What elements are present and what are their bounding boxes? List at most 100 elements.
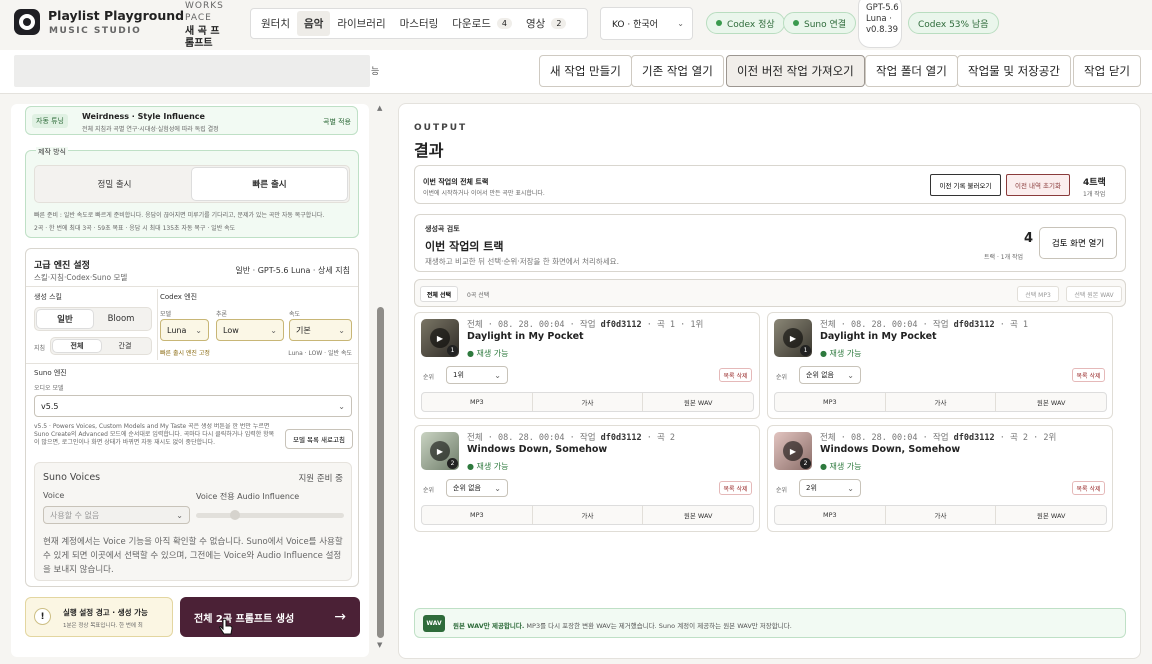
toolbar-clipped-text: 능: [371, 67, 380, 77]
tab-download[interactable]: 다운로드 4: [445, 11, 519, 36]
download-lyrics-button[interactable]: 가사: [533, 393, 644, 411]
track-card-3[interactable]: ▶ 2 전체 · 08. 28. 00:04 · 작업 df0d3112 · 곡 …: [414, 425, 760, 532]
all-tracks-bar: 이번 작업의 전체 트랙 이번에 시작하거나 이어서 만든 곡만 표시합니다. …: [414, 165, 1126, 204]
production-note: 빠른 준비 : 일반 속도로 빠르게 준비합니다. 응답이 끊어지면 미루기를 …: [34, 212, 325, 219]
play-icon[interactable]: ▶: [783, 441, 803, 461]
scroll-down-icon[interactable]: ▼: [377, 641, 382, 649]
download-selected-wav-button[interactable]: 선택 원본 WAV: [1066, 286, 1122, 302]
track-card-2[interactable]: ▶ 1 전체 · 08. 28. 00:04 · 작업 df0d3112 · 곡 …: [767, 312, 1113, 419]
tab-mastering[interactable]: 마스터링: [393, 11, 446, 36]
rank-select[interactable]: 2위 ⌄: [799, 479, 861, 497]
remove-from-list-button[interactable]: 목록 삭제: [1072, 368, 1105, 382]
skill-bloom-option[interactable]: Bloom: [93, 310, 149, 328]
workspace-name: 새 곡 프롬프트: [185, 26, 220, 49]
play-icon[interactable]: ▶: [430, 441, 450, 461]
all-tracks-desc: 이번에 시작하거나 이어서 만든 곡만 표시합니다.: [423, 190, 545, 197]
track-thumbnail[interactable]: ▶ 1: [421, 319, 459, 357]
remove-from-list-button[interactable]: 목록 삭제: [1072, 481, 1105, 495]
video-count-badge: 2: [551, 18, 567, 29]
tab-onetouch[interactable]: 원터치: [254, 11, 297, 36]
auto-tuning-desc: 전체 지침과 곡별 연구·시대성·실험성에 따라 독립 결정: [82, 126, 219, 133]
download-wav-button[interactable]: 원본 WAV: [643, 506, 753, 524]
scroll-up-icon[interactable]: ▲: [377, 104, 382, 112]
auto-tuning-title: Weirdness · Style Influence: [82, 112, 205, 121]
track-card-4[interactable]: ▶ 2 전체 · 08. 28. 00:04 · 작업 df0d3112 · 곡 …: [767, 425, 1113, 532]
language-select[interactable]: KO · 한국어 ⌄: [600, 7, 693, 40]
workspace-info: WORKSPACE 새 곡 프롬프트: [185, 0, 241, 50]
storage-button[interactable]: 작업물 및 저장공간: [957, 55, 1071, 87]
select-all-button[interactable]: 전체 선택: [420, 286, 458, 302]
review-desc: 재생하고 비교한 뒤 선택·순위·저장을 한 화면에서 처리하세요.: [425, 257, 619, 266]
remove-from-list-button[interactable]: 목록 삭제: [719, 481, 752, 495]
load-history-button[interactable]: 이전 기록 불러오기: [930, 174, 1001, 196]
status-dot-icon: [716, 20, 722, 26]
rank-label: 순위: [776, 487, 788, 494]
import-previous-button[interactable]: 이전 버전 작업 가져오기: [726, 55, 865, 87]
track-number-badge: 2: [800, 458, 811, 469]
generate-prompts-button[interactable]: 전체 2곡 프롬프트 생성 →: [180, 597, 360, 637]
play-icon[interactable]: ▶: [783, 328, 803, 348]
voices-title: Suno Voices: [43, 472, 101, 483]
warning-card: ! 실행 설정 경고 · 생성 가능 1분은 정상 목표입니다. 한 번에 최: [25, 597, 173, 637]
rank-select[interactable]: 1위 ⌄: [446, 366, 508, 384]
codex-speed-select[interactable]: 기본 ⌄: [289, 319, 352, 341]
production-mode-toggle: 정밀 출시 빠른 출시: [34, 165, 350, 203]
guide-toggle: 전체 간결: [50, 337, 152, 355]
tab-music[interactable]: 음악: [296, 11, 331, 36]
audio-model-select[interactable]: v5.5 ⌄: [34, 395, 352, 417]
download-lyrics-button[interactable]: 가사: [533, 506, 644, 524]
fast-release-option[interactable]: 빠른 출시: [192, 168, 347, 200]
codex-model-select[interactable]: Luna ⌄: [160, 319, 209, 341]
precise-release-option[interactable]: 정밀 출시: [37, 168, 192, 200]
auto-tuning-action[interactable]: 곡별 적용: [323, 117, 351, 127]
close-project-button[interactable]: 작업 닫기: [1073, 55, 1141, 87]
track-meta: 전체 · 08. 28. 00:04 · 작업 df0d3112 · 곡 2: [467, 433, 676, 443]
codex-fixed-note: 빠른 출시 엔진 고정: [160, 350, 210, 357]
remove-from-list-button[interactable]: 목록 삭제: [719, 368, 752, 382]
influence-slider[interactable]: [196, 510, 344, 520]
refresh-models-button[interactable]: 모델 목록 새로고침: [285, 429, 353, 449]
download-mp3-button[interactable]: MP3: [422, 393, 533, 411]
settings-scrollbar[interactable]: ▲ ▼: [377, 104, 384, 657]
download-wav-button[interactable]: 원본 WAV: [996, 393, 1106, 411]
track-thumbnail[interactable]: ▶ 2: [774, 432, 812, 470]
skill-toggle: 일반 Bloom: [34, 307, 152, 331]
new-project-button[interactable]: 새 작업 만들기: [539, 55, 632, 87]
rank-select[interactable]: 순위 없음 ⌄: [799, 366, 861, 384]
all-tracks-count-sub: 1개 작업: [1083, 191, 1106, 198]
codex-effort-select[interactable]: Low ⌄: [216, 319, 284, 341]
download-wav-button[interactable]: 원본 WAV: [996, 506, 1106, 524]
scroll-thumb[interactable]: [377, 307, 384, 638]
tab-video[interactable]: 영상 2: [519, 11, 573, 36]
guide-brief-option[interactable]: 간결: [101, 340, 149, 352]
tab-library[interactable]: 라이브러리: [330, 11, 392, 36]
reset-history-button[interactable]: 이전 내역 초기화: [1006, 174, 1070, 196]
track-thumbnail[interactable]: ▶ 2: [421, 432, 459, 470]
play-icon[interactable]: ▶: [430, 328, 450, 348]
review-card: 생성곡 검토 이번 작업의 트랙 재생하고 비교한 뒤 선택·순위·저장을 한 …: [414, 214, 1126, 272]
guide-full-option[interactable]: 전체: [53, 340, 101, 352]
generate-label: 전체 2곡 프롬프트 생성: [194, 613, 295, 625]
influence-slider-handle[interactable]: [230, 510, 240, 520]
open-project-button[interactable]: 기존 작업 열기: [631, 55, 724, 87]
skill-general-option[interactable]: 일반: [37, 310, 93, 328]
download-lyrics-button[interactable]: 가사: [886, 506, 997, 524]
suno-voices-card: Suno Voices 지원 준비 중 Voice Voice 전용 Audio…: [34, 462, 352, 581]
auto-tuning-tag: 자동 튜닝: [32, 114, 68, 128]
open-review-button[interactable]: 검토 화면 열기: [1039, 227, 1117, 259]
download-mp3-button[interactable]: MP3: [422, 506, 533, 524]
track-card-1[interactable]: ▶ 1 전체 · 08. 28. 00:04 · 작업 df0d3112 · 곡 …: [414, 312, 760, 419]
open-folder-button[interactable]: 작업 폴더 열기: [865, 55, 958, 87]
download-lyrics-button[interactable]: 가사: [886, 393, 997, 411]
download-selected-mp3-button[interactable]: 선택 MP3: [1017, 286, 1059, 302]
chevron-down-icon: ⌄: [338, 325, 345, 335]
download-mp3-button[interactable]: MP3: [775, 506, 886, 524]
chevron-down-icon: ⌄: [847, 370, 854, 380]
advanced-summary[interactable]: 일반 · GPT-5.6 Luna · 상세 지침: [235, 265, 350, 276]
voice-select[interactable]: 사용할 수 없음 ⌄: [43, 506, 190, 524]
download-mp3-button[interactable]: MP3: [775, 393, 886, 411]
track-thumbnail[interactable]: ▶ 1: [774, 319, 812, 357]
download-wav-button[interactable]: 원본 WAV: [643, 393, 753, 411]
rank-select[interactable]: 순위 없음 ⌄: [446, 479, 508, 497]
track-meta: 전체 · 08. 28. 00:04 · 작업 df0d3112 · 곡 1 ·…: [467, 320, 704, 330]
